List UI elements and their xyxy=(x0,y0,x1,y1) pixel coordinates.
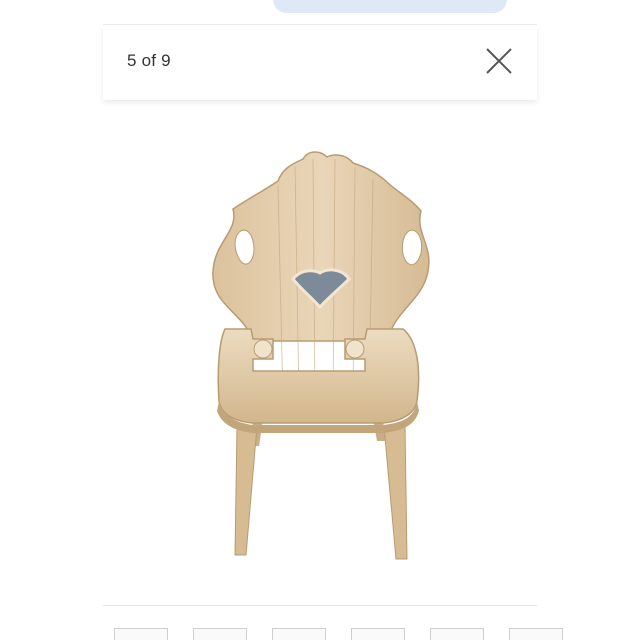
thumbnail-strip xyxy=(0,628,640,640)
thumbnail-5[interactable] xyxy=(430,628,484,640)
search-pill[interactable] xyxy=(273,0,507,13)
gallery-image-viewer[interactable] xyxy=(103,101,537,605)
chair-leg-left xyxy=(234,425,258,556)
image-counter: 5 of 9 xyxy=(127,51,171,70)
thumbnail-3[interactable] xyxy=(272,628,326,640)
divider xyxy=(103,605,537,606)
chair-cutout-right xyxy=(401,229,423,266)
top-bar xyxy=(103,0,537,25)
chair-seat xyxy=(217,328,420,424)
chair-joint-right xyxy=(345,339,365,359)
thumbnail-1[interactable] xyxy=(114,628,168,640)
chair-leg-right xyxy=(383,425,408,560)
thumbnail-2[interactable] xyxy=(193,628,247,640)
thumbnail-6[interactable] xyxy=(509,628,563,640)
close-icon xyxy=(486,48,512,74)
close-button[interactable] xyxy=(483,45,515,77)
image-gallery-modal: 5 of 9 xyxy=(0,0,640,640)
gallery-header: 5 of 9 xyxy=(103,25,537,100)
thumbnail-4[interactable] xyxy=(351,628,405,640)
product-image xyxy=(212,151,430,560)
chair-joint-left xyxy=(253,339,273,359)
